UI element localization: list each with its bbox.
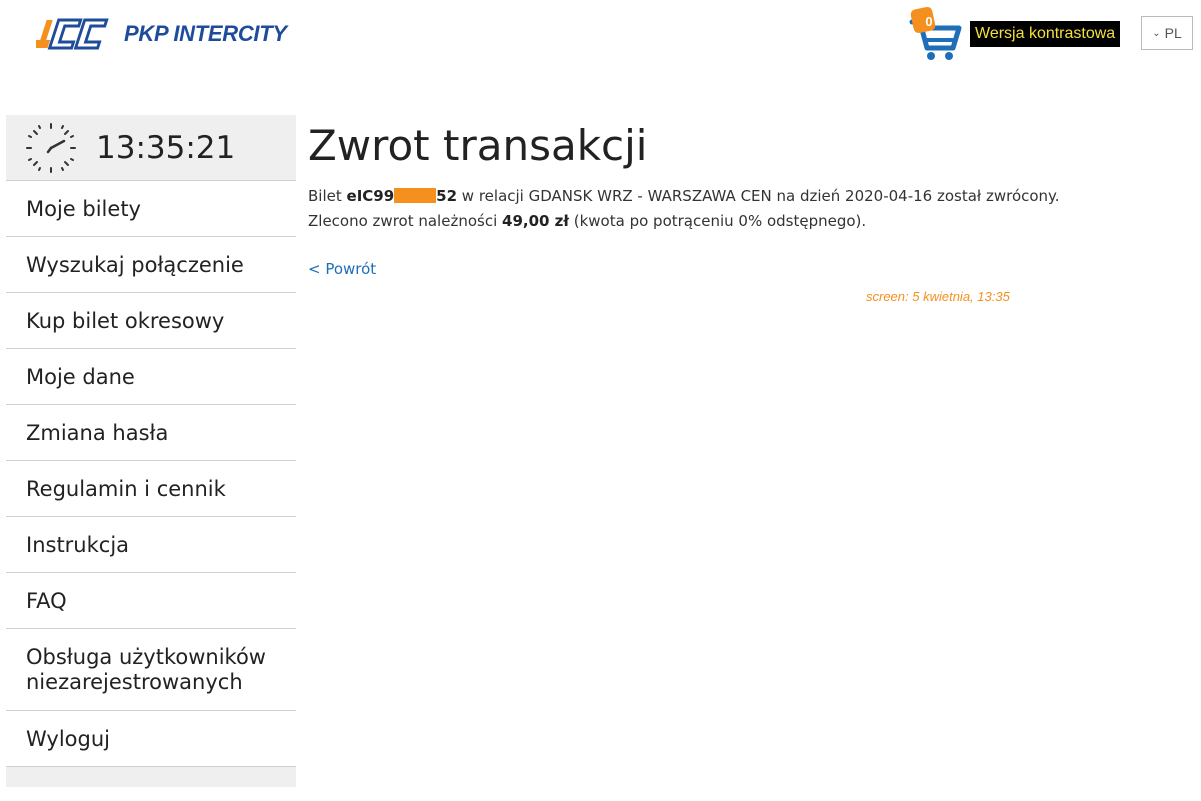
chevron-down-icon: ⌄: [1152, 27, 1161, 39]
contrast-version-button[interactable]: Wersja kontrastowa: [970, 21, 1121, 47]
back-link[interactable]: < Powrót: [308, 260, 376, 278]
sidebar-item-obsluga-niezarejestrowanych[interactable]: Obsługa użytkowników niezarejestrowanych: [6, 629, 296, 711]
refund-message: Bilet eIC99 52 w relacji GDANSK WRZ - WAR…: [308, 184, 1068, 234]
cart-button[interactable]: 0: [906, 4, 964, 62]
intercity-logo-icon: [36, 18, 109, 50]
pkp-intercity-logo[interactable]: PKP INTERCITY: [36, 16, 287, 52]
sidebar-menu: 13:35:21 Moje bilety Wyszukaj połączenie…: [6, 115, 296, 787]
main-content: Zwrot transakcji Bilet eIC99 52 w relacji…: [308, 120, 1068, 278]
sidebar-item-regulamin-i-cennik[interactable]: Regulamin i cennik: [6, 461, 296, 517]
screenshot-annotation: screen: 5 kwietnia, 13:35: [866, 289, 1010, 304]
ticket-route-text: w relacji GDANSK WRZ - WARSZAWA CEN na d…: [457, 187, 1060, 205]
sidebar-item-instrukcja[interactable]: Instrukcja: [6, 517, 296, 573]
sidebar-item-zmiana-hasla[interactable]: Zmiana hasła: [6, 405, 296, 461]
sidebar-item-faq[interactable]: FAQ: [6, 573, 296, 629]
sidebar-item-wyloguj[interactable]: Wyloguj: [6, 711, 296, 767]
ticket-prefix: Bilet: [308, 187, 347, 205]
refund-prefix: Zlecono zwrot należności: [308, 212, 503, 230]
ticket-number-end: 52: [436, 187, 458, 205]
refund-line-1: Bilet eIC99 52 w relacji GDANSK WRZ - WAR…: [308, 184, 1068, 209]
sidebar-item-kup-bilet-okresowy[interactable]: Kup bilet okresowy: [6, 293, 296, 349]
sidebar-item-moje-dane[interactable]: Moje dane: [6, 349, 296, 405]
sidebar-item-moje-bilety[interactable]: Moje bilety: [6, 181, 296, 237]
session-clock: 13:35:21: [6, 115, 296, 181]
cart-count-badge: 0: [925, 14, 933, 29]
page-title: Zwrot transakcji: [308, 121, 648, 170]
ticket-number-start: eIC99: [346, 187, 395, 205]
refund-amount: 49,00 zł: [502, 212, 569, 230]
shopping-cart-icon: [909, 7, 962, 60]
sidebar-footer: [6, 767, 296, 787]
clock-icon: [26, 122, 76, 173]
sidebar-item-wyszukaj-polaczenie[interactable]: Wyszukaj połączenie: [6, 237, 296, 293]
redaction-block: [394, 188, 437, 203]
language-select[interactable]: ⌄ PL: [1141, 16, 1193, 50]
refund-line-2: Zlecono zwrot należności 49,00 zł (kwota…: [308, 209, 1068, 234]
language-value: PL: [1164, 25, 1182, 41]
clock-time: 13:35:21: [96, 129, 236, 166]
refund-note: (kwota po potrąceniu 0% odstępnego).: [568, 212, 867, 230]
logo-text: PKP INTERCITY: [124, 21, 287, 46]
